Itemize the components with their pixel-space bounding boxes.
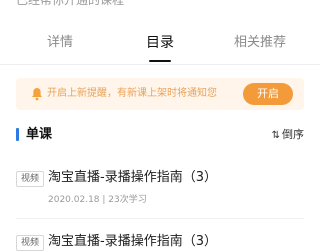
tab-bar: 详情 目录 相关推荐	[0, 24, 320, 62]
sort-icon: ⇅	[271, 130, 280, 141]
sort-label: 倒序	[282, 128, 304, 141]
list-item[interactable]: 视频 淘宝直播-录播操作指南（3）	[16, 232, 304, 252]
item-meta: 2020.02.18 | 23次学习	[48, 195, 147, 205]
item-title: 淘宝直播-录播操作指南（3）	[48, 170, 217, 185]
list-item[interactable]: 视频 淘宝直播-录播操作指南（3） 2020.02.18 | 23次学习	[16, 168, 304, 212]
new-course-notice: 开启上新提醒，有新课上架时将通知您 开启	[16, 78, 304, 110]
section-accent-bar	[16, 128, 19, 141]
enable-notification-button[interactable]: 开启	[243, 83, 293, 105]
header-partial-text: 已经帮你开通的课程	[16, 0, 125, 7]
sort-toggle[interactable]: ⇅ 倒序	[272, 127, 304, 144]
item-title: 淘宝直播-录播操作指南（3）	[48, 234, 217, 249]
tab-details[interactable]: 详情	[10, 34, 110, 52]
tabs-divider	[0, 64, 320, 65]
list-divider	[16, 218, 304, 219]
section-title: 单课	[26, 127, 53, 142]
video-tag: 视频	[16, 171, 44, 187]
notice-text: 开启上新提醒，有新课上架时将通知您	[47, 88, 217, 99]
bell-icon	[32, 88, 42, 101]
section-header: 单课 ⇅ 倒序	[16, 126, 304, 144]
video-tag: 视频	[16, 235, 44, 251]
header-partial: 已经帮你开通的课程	[0, 0, 320, 12]
active-tab-indicator	[149, 60, 171, 62]
tab-recommendations[interactable]: 相关推荐	[210, 34, 310, 52]
tab-catalog[interactable]: 目录	[110, 34, 210, 52]
